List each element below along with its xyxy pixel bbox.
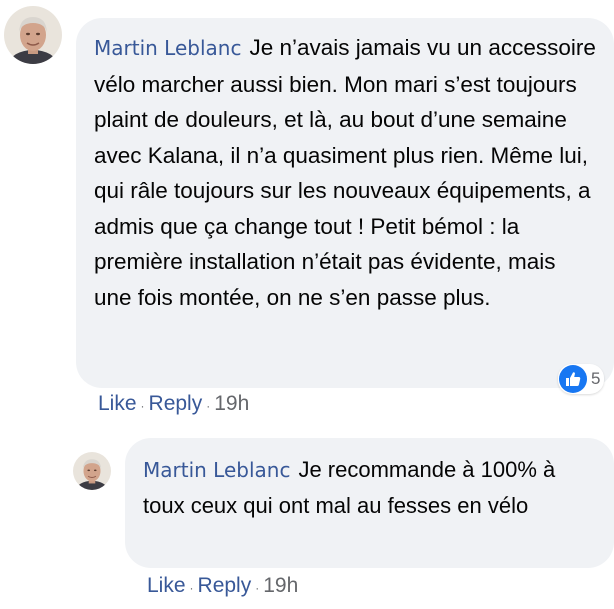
comment-author[interactable]: Martin Leblanc (94, 36, 241, 60)
separator: · (206, 399, 211, 413)
profile-photo-icon (4, 6, 62, 64)
separator: · (255, 581, 260, 595)
like-button[interactable]: Like (147, 574, 186, 597)
reaction-count: 5 (591, 369, 601, 388)
reply-button[interactable]: Reply (149, 392, 203, 415)
comment-text: Je n’avais jamais vu un accessoire vélo … (94, 35, 596, 310)
reply-avatar[interactable] (73, 452, 111, 490)
comment-actions: Like · Reply · 19h (98, 392, 249, 416)
reply-author[interactable]: Martin Leblanc (143, 458, 290, 482)
timestamp[interactable]: 19h (263, 574, 298, 597)
reaction-summary[interactable]: 5 (558, 364, 605, 394)
timestamp[interactable]: 19h (214, 392, 249, 415)
separator: · (140, 399, 145, 413)
profile-photo-icon (73, 452, 111, 490)
comment-thread: Martin Leblanc Je n’avais jamais vu un ac… (0, 0, 614, 609)
like-button[interactable]: Like (98, 392, 137, 415)
reply-bubble: Martin Leblanc Je recommande à 100% à tou… (125, 438, 614, 568)
separator: · (189, 581, 194, 595)
avatar[interactable] (4, 6, 62, 64)
comment-bubble: Martin Leblanc Je n’avais jamais vu un ac… (76, 18, 614, 388)
thumbs-up-icon (559, 365, 587, 393)
reply-actions: Like · Reply · 19h (147, 574, 298, 598)
reply-button[interactable]: Reply (198, 574, 252, 597)
